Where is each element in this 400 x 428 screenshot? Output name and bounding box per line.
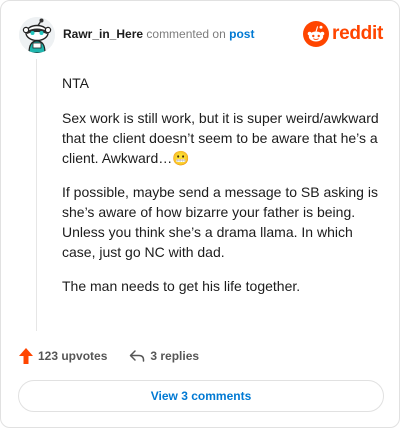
author-username[interactable]: Rawr_in_Here xyxy=(63,27,143,41)
comment-paragraph: If possible, maybe send a message to SB … xyxy=(62,184,378,260)
snoo-avatar-icon xyxy=(19,17,55,53)
comment-actions: 123 upvotes 3 replies xyxy=(19,346,199,366)
comment-byline: Rawr_in_Here commented on post xyxy=(63,27,254,41)
thread-line[interactable] xyxy=(36,59,37,331)
comment-body: NTA Sex work is still work, but it is su… xyxy=(62,73,384,310)
upvote-arrow-icon xyxy=(19,348,33,364)
user-avatar[interactable] xyxy=(19,17,55,53)
post-link[interactable]: post xyxy=(229,27,254,41)
reply-count: 3 replies xyxy=(150,349,200,363)
comment-header: Rawr_in_Here commented on post reddit xyxy=(19,17,383,53)
comment-paragraph: Sex work is still work, but it is super … xyxy=(62,110,379,166)
upvote-count: 123 upvotes xyxy=(38,349,108,363)
action-text: commented on xyxy=(146,27,226,41)
comment-paragraph: The man needs to get his life together. xyxy=(62,278,301,294)
view-comments-button[interactable]: View 3 comments xyxy=(18,380,384,412)
reddit-logo[interactable]: reddit xyxy=(303,19,383,49)
upvote-button[interactable]: 123 upvotes xyxy=(19,348,107,364)
reddit-snoo-logo-icon xyxy=(303,21,330,47)
comment-embed-card: Rawr_in_Here commented on post reddit NT… xyxy=(0,0,400,428)
comment-paragraph: NTA xyxy=(62,75,89,91)
brand-name: reddit xyxy=(332,23,383,44)
reply-arrow-icon xyxy=(130,350,145,362)
replies-button[interactable]: 3 replies xyxy=(129,349,199,363)
